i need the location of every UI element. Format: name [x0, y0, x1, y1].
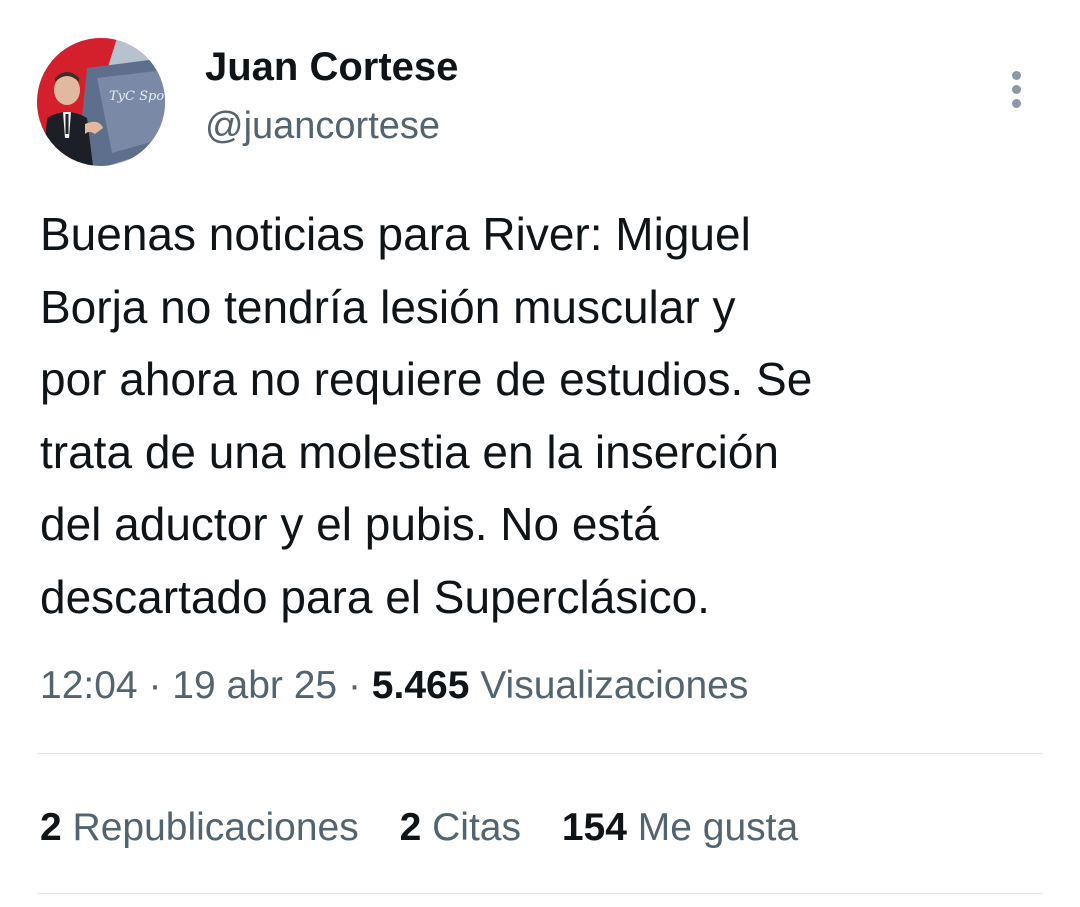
divider	[38, 893, 1042, 894]
views-label: Visualizaciones	[480, 664, 749, 707]
more-vertical-icon-dot	[1011, 84, 1021, 94]
tweet-meta: 12:04 · 19 abr 25 · 5.465 Visualizacione…	[40, 658, 748, 714]
views-count: 5.465	[371, 664, 470, 707]
tweet-text-line: por ahora no requiere de estudios. Se	[40, 353, 813, 405]
tweet-text-line: del aductor y el pubis. No está	[40, 498, 659, 550]
tweet-time[interactable]: 12:04	[40, 664, 138, 707]
likes-count: 154	[561, 806, 627, 849]
tweet-text-line: Borja no tendría lesión muscular y	[40, 280, 736, 333]
quotes-stat[interactable]: 2 Citas	[400, 800, 521, 856]
tweet-date[interactable]: 19 abr 25	[172, 664, 337, 707]
tweet-card: TyC Sports Juan Cortese @juancortese Bue…	[0, 0, 1080, 907]
avatar[interactable]: TyC Sports	[37, 38, 165, 166]
likes-label: Me gusta	[637, 806, 799, 849]
display-name[interactable]: Juan Cortese	[205, 42, 458, 92]
divider	[38, 753, 1042, 754]
more-vertical-icon	[1011, 70, 1021, 80]
likes-stat[interactable]: 154 Me gusta	[562, 800, 798, 856]
tweet-text-line: Buenas noticias para River: Miguel	[40, 208, 751, 260]
meta-separator: ·	[148, 664, 162, 707]
tweet-text-line: descartado para el Superclásico.	[40, 570, 710, 623]
engagement-stats: 2 Republicaciones 2 Citas 154 Me gusta	[40, 800, 798, 856]
reposts-label: Republicaciones	[72, 806, 359, 849]
more-options-button[interactable]	[998, 64, 1034, 114]
avatar-logo-text: TyC Sports	[109, 89, 165, 104]
quotes-count: 2	[399, 806, 422, 849]
more-vertical-icon-dot	[1011, 98, 1021, 108]
tweet-text-line: trata de una molestia en la inserción	[40, 425, 779, 478]
quotes-label: Citas	[432, 806, 521, 849]
tweet-text: Buenas noticias para River: Miguel Borja…	[40, 198, 1050, 633]
user-handle[interactable]: @juancortese	[205, 102, 440, 150]
avatar-image: TyC Sports	[37, 38, 165, 166]
meta-separator: ·	[347, 664, 361, 707]
reposts-stat[interactable]: 2 Republicaciones	[40, 800, 359, 856]
reposts-count: 2	[40, 806, 62, 849]
